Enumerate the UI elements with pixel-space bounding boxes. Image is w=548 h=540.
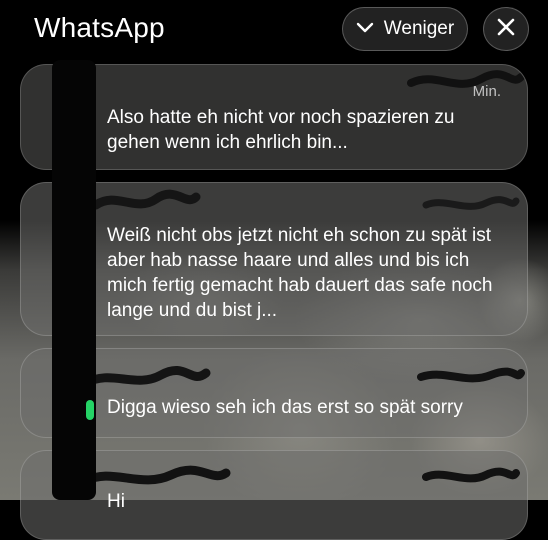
notification-card[interactable]: Digga wieso seh ich das erst so spät sor… xyxy=(20,348,528,438)
notification-card[interactable]: Hi xyxy=(20,450,528,540)
notification-card[interactable]: Weiß nicht obs jetzt nicht eh schon zu s… xyxy=(20,182,528,336)
redaction-scribble xyxy=(91,189,201,210)
redaction-scribble xyxy=(81,365,211,388)
show-less-button[interactable]: Weniger xyxy=(342,7,468,51)
app-title: WhatsApp xyxy=(34,12,165,43)
redaction-scribble xyxy=(417,367,525,383)
redaction-scribble xyxy=(422,196,520,210)
redaction-bar xyxy=(52,60,96,500)
close-button[interactable] xyxy=(483,7,529,51)
notification-header: WhatsApp Weniger xyxy=(0,0,548,60)
whatsapp-icon xyxy=(86,400,94,420)
notification-message: Also hatte eh nicht vor noch spazieren z… xyxy=(107,107,455,153)
notification-message: Digga wieso seh ich das erst so spät sor… xyxy=(107,397,463,418)
notification-message: Weiß nicht obs jetzt nicht eh schon zu s… xyxy=(107,225,493,321)
redaction-scribble xyxy=(81,465,231,486)
chevron-down-icon xyxy=(356,18,374,40)
redaction-scribble xyxy=(422,467,520,483)
show-less-label: Weniger xyxy=(383,18,455,39)
close-icon xyxy=(497,18,515,41)
redaction-scribble xyxy=(407,70,525,88)
notification-card[interactable]: Min. Also hatte eh nicht vor noch spazie… xyxy=(20,64,528,170)
